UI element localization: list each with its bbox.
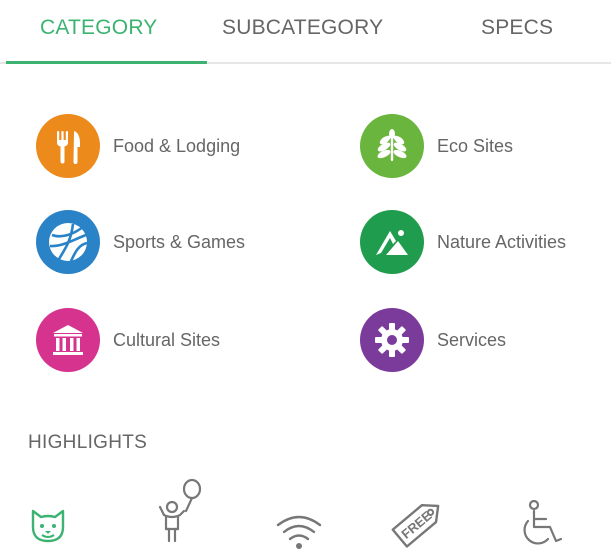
category-cultural-sites[interactable]: Cultural Sites bbox=[36, 307, 220, 373]
gear-icon bbox=[360, 308, 424, 372]
wifi-icon[interactable] bbox=[274, 513, 324, 556]
category-food-lodging[interactable]: Food & Lodging bbox=[36, 113, 240, 179]
tab-active-indicator bbox=[6, 61, 207, 64]
tab-bar: CATEGORY SUBCATEGORY SPECS bbox=[0, 0, 611, 66]
wheelchair-icon[interactable] bbox=[518, 499, 566, 556]
category-label: Sports & Games bbox=[113, 231, 246, 252]
museum-icon bbox=[36, 308, 100, 372]
category-label: Food & Lodging bbox=[113, 135, 241, 156]
tab-specs[interactable]: SPECS bbox=[481, 12, 553, 44]
category-nature-activities[interactable]: Nature Activities bbox=[360, 209, 566, 275]
category-label: Nature Activities bbox=[437, 231, 567, 252]
mountain-icon bbox=[360, 210, 424, 274]
category-services[interactable]: Services bbox=[360, 307, 506, 373]
ball-icon bbox=[36, 210, 100, 274]
highlights-title: HIGHLIGHTS bbox=[28, 432, 148, 453]
free-tag-text: FREE bbox=[398, 508, 434, 542]
kid-friendly-icon[interactable] bbox=[156, 477, 208, 552]
category-sports-games[interactable]: Sports & Games bbox=[36, 209, 245, 275]
tab-category[interactable]: CATEGORY bbox=[40, 12, 158, 44]
category-label: Eco Sites bbox=[437, 135, 514, 156]
free-tag-icon[interactable]: FREE bbox=[388, 493, 450, 556]
category-label: Services bbox=[437, 329, 507, 350]
pet-friendly-icon[interactable] bbox=[28, 505, 68, 552]
fork-knife-icon bbox=[36, 114, 100, 178]
category-eco-sites[interactable]: Eco Sites bbox=[360, 113, 513, 179]
leaf-icon bbox=[360, 114, 424, 178]
tab-subcategory[interactable]: SUBCATEGORY bbox=[222, 12, 383, 44]
category-label: Cultural Sites bbox=[113, 329, 221, 350]
